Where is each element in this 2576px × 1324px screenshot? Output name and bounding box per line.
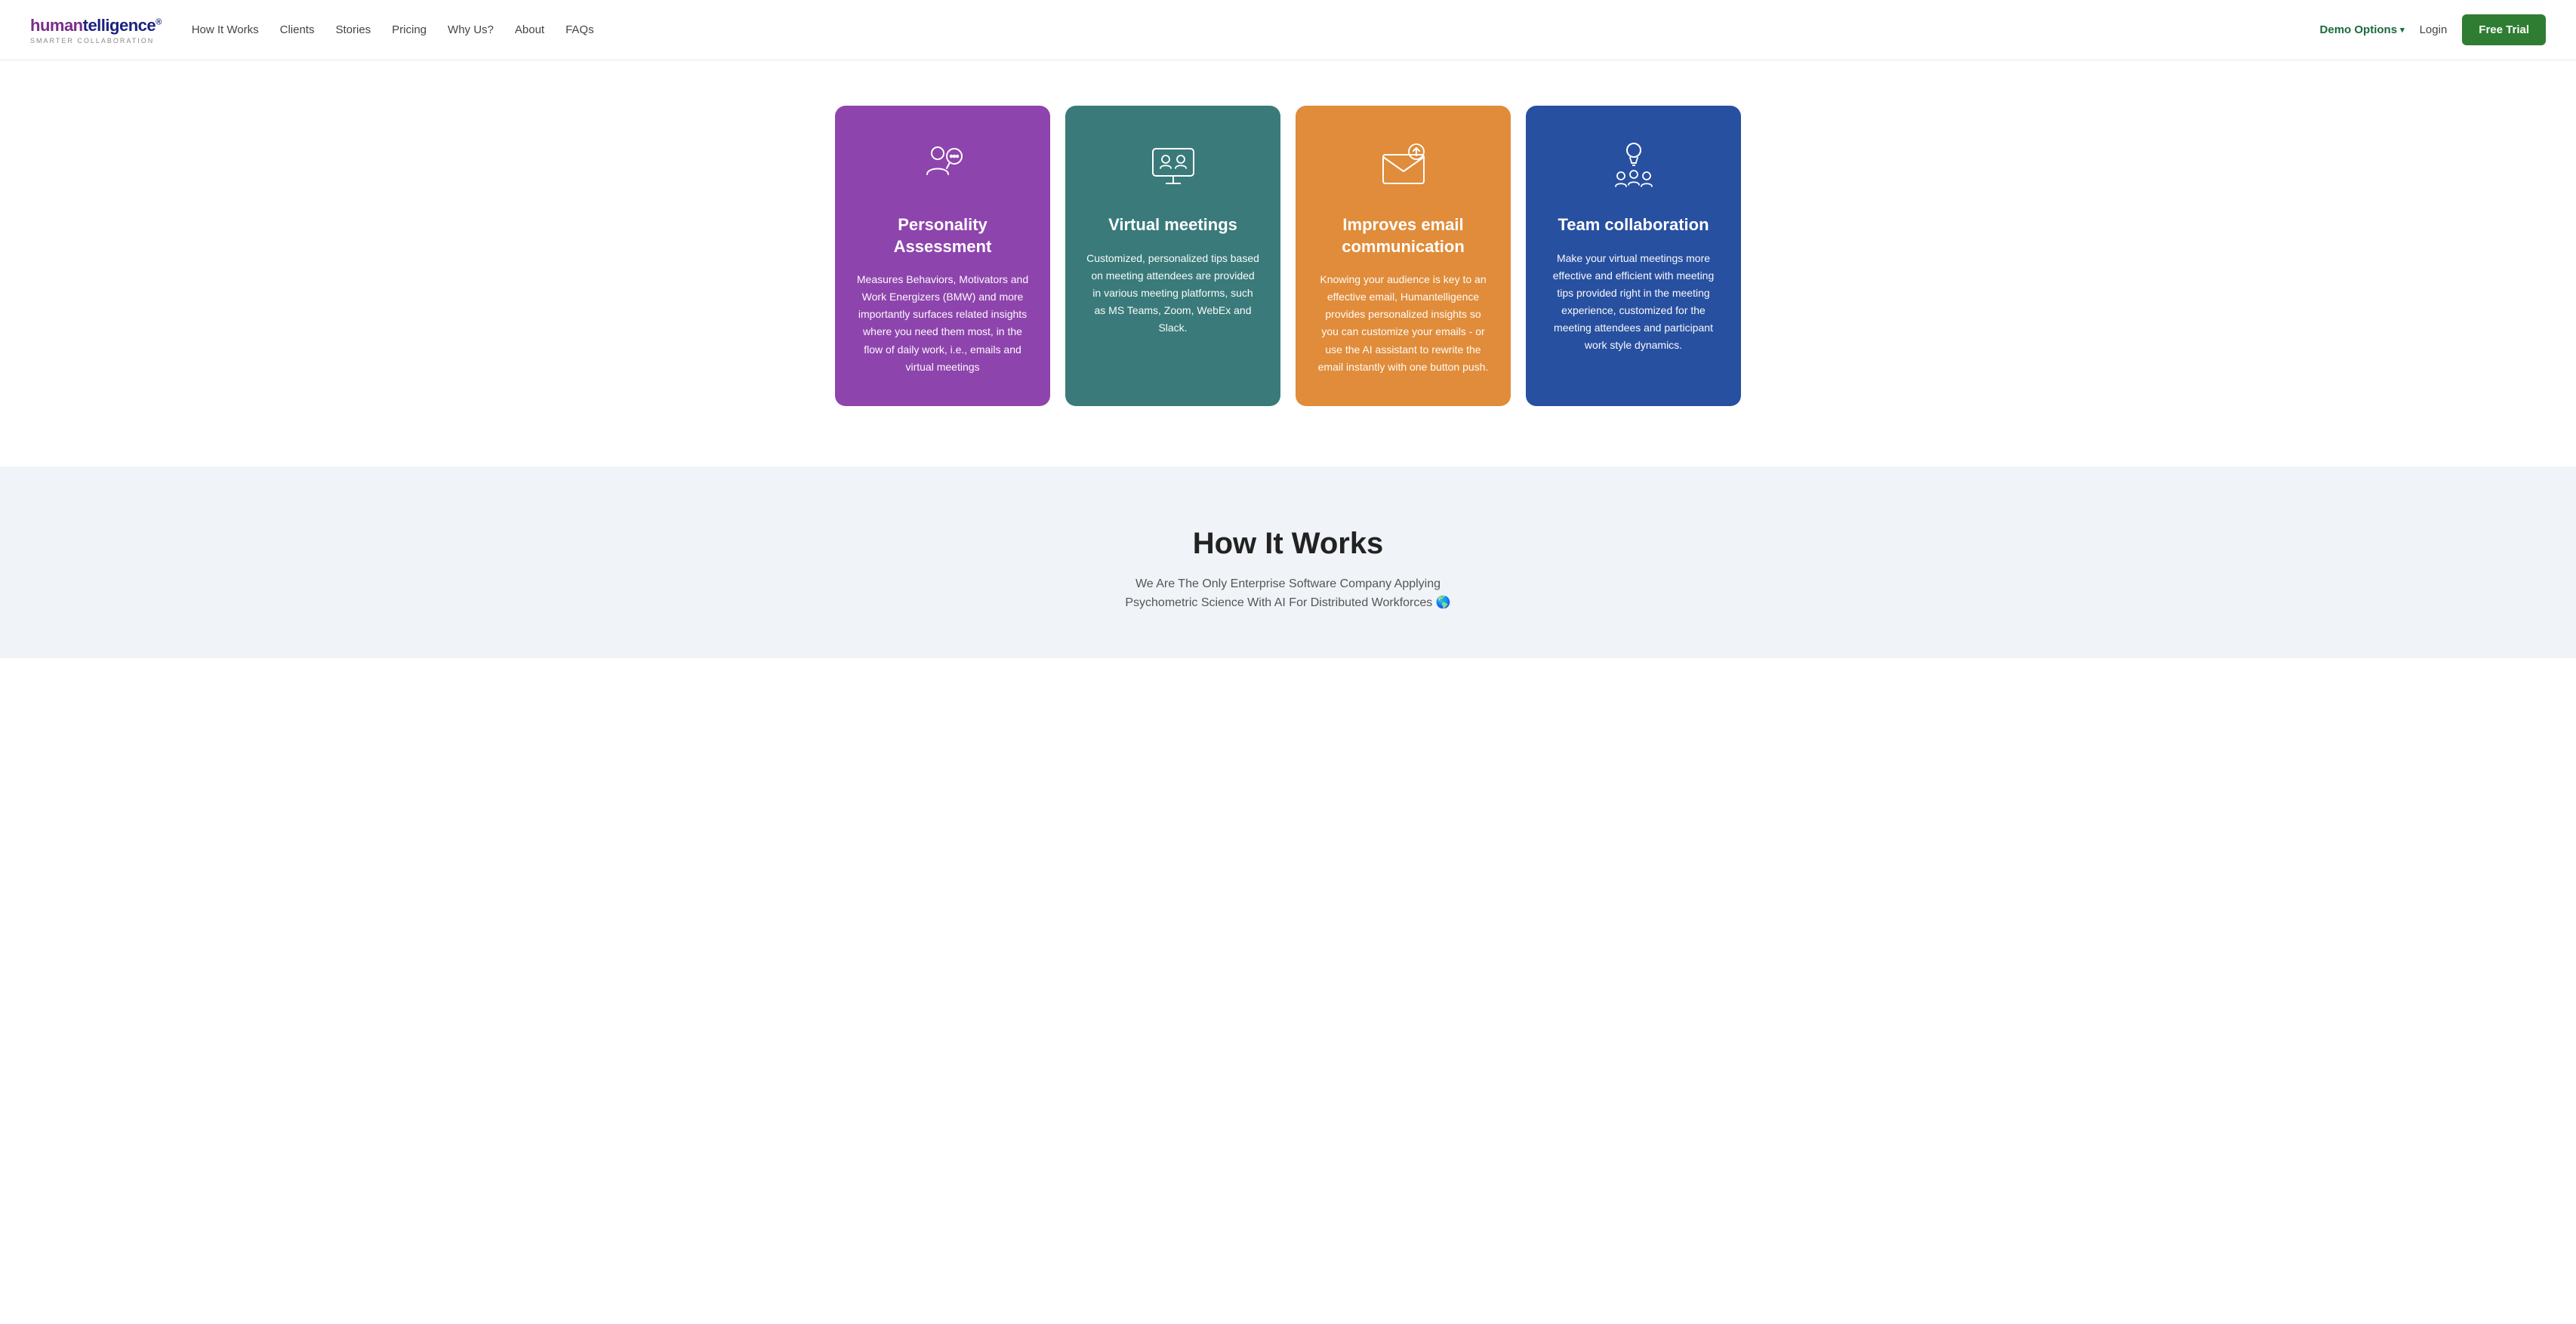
logo-telligence: telligence (83, 16, 156, 35)
card-team: Team collaboration Make your virtual mee… (1526, 106, 1741, 406)
team-svg (1607, 140, 1660, 192)
card-personality-title: Personality Assessment (856, 214, 1029, 257)
virtual-meetings-icon (1143, 136, 1203, 196)
nav-links: How It Works Clients Stories Pricing Why… (192, 23, 2320, 37)
nav-item-clients[interactable]: Clients (280, 23, 315, 37)
login-link[interactable]: Login (2420, 23, 2448, 36)
navbar: humantelligence® SMARTER COLLABORATION H… (0, 0, 2576, 60)
nav-item-how-it-works[interactable]: How It Works (192, 23, 259, 37)
cards-section: Personality Assessment Measures Behavior… (0, 60, 2576, 466)
demo-options-button[interactable]: Demo Options ▾ (2320, 23, 2405, 36)
free-trial-button[interactable]: Free Trial (2462, 14, 2546, 45)
logo-human: human (30, 16, 83, 35)
nav-link-why-us[interactable]: Why Us? (448, 23, 494, 36)
card-personality-desc: Measures Behaviors, Motivators and Work … (856, 271, 1029, 376)
cards-grid: Personality Assessment Measures Behavior… (835, 106, 1741, 406)
virtual-meetings-svg (1147, 140, 1200, 192)
card-email-desc: Knowing your audience is key to an effec… (1317, 271, 1490, 376)
email-svg (1377, 140, 1430, 192)
how-subtitle: We Are The Only Enterprise Software Comp… (30, 574, 2546, 613)
nav-item-pricing[interactable]: Pricing (392, 23, 427, 37)
card-virtual-meetings-title: Virtual meetings (1108, 214, 1237, 236)
logo-text: humantelligence® (30, 16, 162, 35)
how-subtitle-line2: Psychometric Science With AI For Distrib… (1125, 596, 1450, 609)
nav-link-about[interactable]: About (515, 23, 544, 36)
logo[interactable]: humantelligence® SMARTER COLLABORATION (30, 16, 162, 45)
card-email: Improves email communication Knowing you… (1296, 106, 1511, 406)
personality-svg (917, 140, 969, 192)
personality-icon (913, 136, 973, 196)
nav-link-clients[interactable]: Clients (280, 23, 315, 36)
nav-item-about[interactable]: About (515, 23, 544, 37)
how-it-works-section: How It Works We Are The Only Enterprise … (0, 466, 2576, 658)
team-icon (1604, 136, 1664, 196)
nav-link-how-it-works[interactable]: How It Works (192, 23, 259, 36)
card-virtual-meetings-desc: Customized, personalized tips based on m… (1086, 250, 1259, 337)
how-subtitle-line1: We Are The Only Enterprise Software Comp… (1135, 577, 1441, 590)
nav-link-stories[interactable]: Stories (335, 23, 371, 36)
card-team-title: Team collaboration (1558, 214, 1709, 236)
chevron-down-icon: ▾ (2400, 25, 2405, 35)
demo-options-label: Demo Options (2320, 23, 2398, 36)
email-icon (1373, 136, 1434, 196)
logo-trademark: ® (156, 17, 162, 26)
card-email-title: Improves email communication (1317, 214, 1490, 257)
nav-link-faqs[interactable]: FAQs (565, 23, 594, 36)
nav-right: Demo Options ▾ Login Free Trial (2320, 14, 2546, 45)
nav-item-faqs[interactable]: FAQs (565, 23, 594, 37)
logo-tagline: SMARTER COLLABORATION (30, 37, 162, 45)
card-team-desc: Make your virtual meetings more effectiv… (1547, 250, 1720, 355)
nav-link-pricing[interactable]: Pricing (392, 23, 427, 36)
nav-item-stories[interactable]: Stories (335, 23, 371, 37)
card-virtual-meetings: Virtual meetings Customized, personalize… (1065, 106, 1280, 406)
card-personality: Personality Assessment Measures Behavior… (835, 106, 1050, 406)
nav-item-why-us[interactable]: Why Us? (448, 23, 494, 37)
how-title: How It Works (30, 527, 2546, 561)
